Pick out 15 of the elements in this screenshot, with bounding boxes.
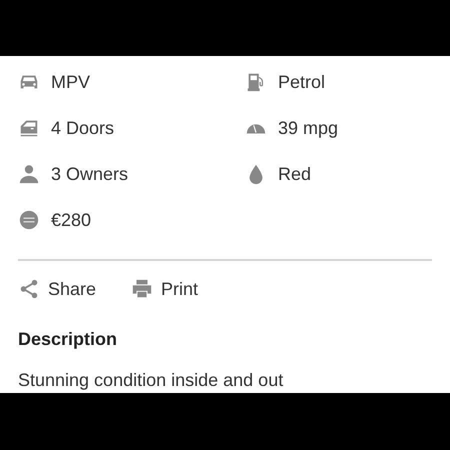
spec-label: €280	[51, 210, 92, 230]
spec-label: 4 Doors	[51, 118, 114, 138]
description-heading: Description	[18, 329, 118, 350]
share-button[interactable]: Share	[18, 278, 96, 300]
spec-label: Red	[278, 164, 312, 184]
description-text: Stunning condition inside and out	[18, 370, 284, 391]
spec-label: Petrol	[278, 72, 326, 92]
tax-disc-icon	[18, 209, 40, 231]
print-button[interactable]: Print	[131, 278, 198, 300]
spec-label: 3 Owners	[51, 164, 128, 184]
spec-label: 39 mpg	[278, 118, 338, 138]
printer-icon	[131, 278, 154, 300]
spec-label: MPV	[51, 72, 90, 92]
share-icon	[18, 278, 40, 300]
person-icon	[18, 163, 40, 185]
